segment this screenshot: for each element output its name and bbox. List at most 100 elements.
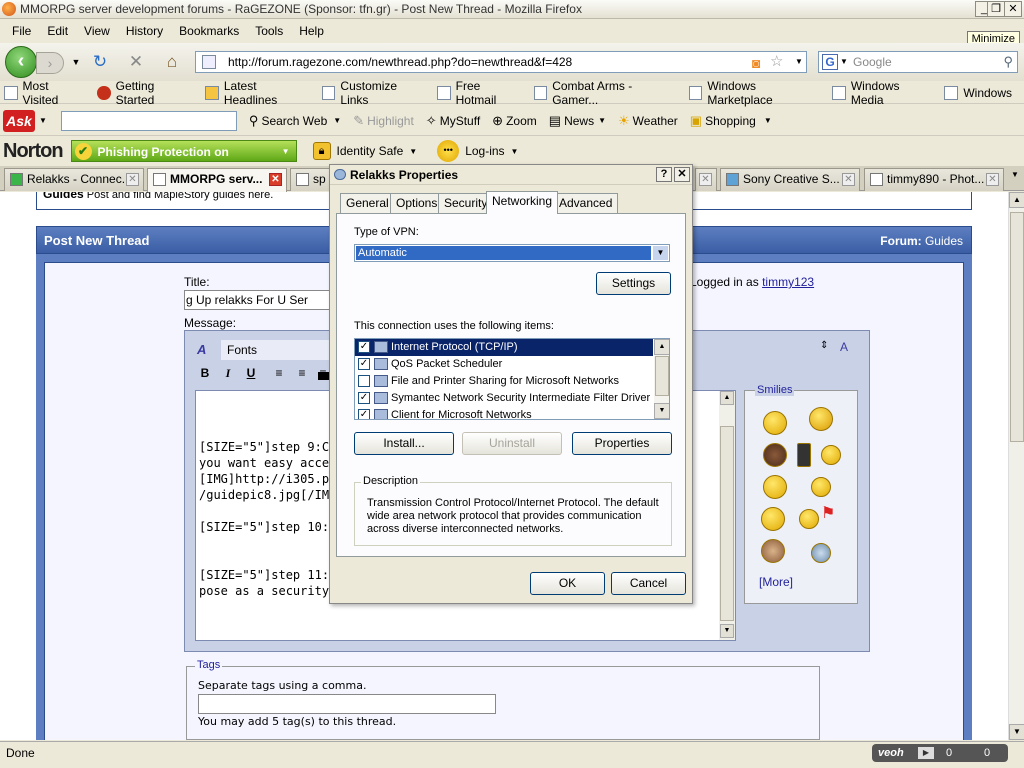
tab-close-icon[interactable]: ✕ <box>269 173 282 186</box>
connection-items-list[interactable]: ✓ Internet Protocol (TCP/IP) ✓ QoS Packet … <box>354 338 670 420</box>
scroll-down-icon[interactable]: ▼ <box>1009 724 1024 740</box>
bookmark-latest-headlines[interactable]: Latest Headlines <box>205 79 310 107</box>
tab-sony-creative[interactable]: Sony Creative S... ✕ <box>720 168 860 191</box>
url-bar[interactable]: http://forum.ragezone.com/newthread.php?… <box>195 51 807 73</box>
close-button[interactable]: ✕ <box>1004 1 1022 17</box>
item-checkbox[interactable]: ✓ <box>358 392 370 404</box>
tab-close-icon[interactable]: ✕ <box>126 173 139 186</box>
tab-options[interactable]: Options <box>390 193 444 213</box>
tab-hidden[interactable]: ✕ <box>695 168 717 191</box>
ask-dropdown-icon[interactable]: ▼ <box>39 116 47 125</box>
list-item[interactable]: ✓ Internet Protocol (TCP/IP) <box>355 339 653 356</box>
smiley-bandit-icon[interactable] <box>763 475 787 499</box>
font-style-icon[interactable]: A <box>197 342 206 357</box>
phishing-protection-indicator[interactable]: ✔ Phishing Protection on ▼ <box>70 140 297 162</box>
ask-mystuff-button[interactable]: ✧ MyStuff <box>426 113 480 129</box>
tab-close-icon[interactable]: ✕ <box>986 173 999 186</box>
menu-edit[interactable]: Edit <box>39 24 76 38</box>
smiley-shocked-icon[interactable] <box>811 543 831 563</box>
home-icon[interactable]: ⌂ <box>162 53 182 71</box>
google-icon[interactable]: G <box>822 54 838 70</box>
item-checkbox[interactable] <box>358 375 370 387</box>
bookmark-free-hotmail[interactable]: Free Hotmail <box>437 79 522 107</box>
ask-search-web-button[interactable]: ⚲ Search Web ▼ <box>249 113 341 129</box>
scroll-up-icon[interactable]: ▲ <box>654 339 669 355</box>
item-checkbox[interactable]: ✓ <box>358 341 370 353</box>
ask-weather-button[interactable]: ☀ Weather <box>618 113 678 129</box>
uninstall-button[interactable]: Uninstall <box>462 432 562 455</box>
list-item[interactable]: ✓ Client for Microsoft Networks <box>355 407 653 419</box>
stop-icon[interactable]: ✕ <box>126 53 146 71</box>
ask-logo[interactable]: Ask <box>3 109 35 132</box>
reload-icon[interactable]: ↻ <box>90 53 110 71</box>
list-scroll-thumb[interactable] <box>655 356 669 396</box>
menu-tools[interactable]: Tools <box>247 24 291 38</box>
bookmark-windows-media[interactable]: Windows Media <box>832 79 932 107</box>
list-scrollbar[interactable]: ▲ ▼ <box>654 339 669 419</box>
bookmark-most-visited[interactable]: Most Visited <box>4 79 85 107</box>
vpn-type-select[interactable]: Automatic ▼ <box>354 244 670 262</box>
bookmark-windows-marketplace[interactable]: Windows Marketplace <box>688 79 821 107</box>
smiley-wave-icon[interactable] <box>799 509 819 529</box>
scroll-thumb[interactable] <box>720 426 734 621</box>
rss-icon[interactable]: ◙ <box>752 53 760 73</box>
menu-bookmarks[interactable]: Bookmarks <box>171 24 247 38</box>
bookmark-customize-links[interactable]: Customize Links <box>321 79 425 107</box>
message-scrollbar[interactable]: ▲ ▼ <box>719 391 735 640</box>
tab-close-icon[interactable]: ✕ <box>699 173 712 186</box>
tab-mmorpg[interactable]: MMORPG serv... ✕ <box>147 168 287 192</box>
bold-button[interactable]: B <box>196 364 214 382</box>
dialog-close-button[interactable]: ✕ <box>674 167 690 182</box>
tab-photobucket[interactable]: timmy890 - Phot... ✕ <box>864 168 1004 191</box>
menu-file[interactable]: File <box>4 24 39 38</box>
tab-networking[interactable]: Networking <box>486 191 559 214</box>
bookmark-combat-arms[interactable]: Combat Arms - Gamer... <box>533 79 677 107</box>
ask-zoom-button[interactable]: ⊕ Zoom <box>492 113 537 129</box>
tab-general[interactable]: General <box>340 193 395 213</box>
page-scrollbar[interactable]: ▲ ▼ <box>1008 192 1024 740</box>
thread-title-input[interactable]: g Up relakks For U Ser <box>184 290 334 310</box>
resize-editor-icon[interactable]: ⇕ <box>820 340 828 351</box>
smiley-wolverine-icon[interactable] <box>761 539 785 563</box>
menu-view[interactable]: View <box>76 24 118 38</box>
help-button[interactable]: ? <box>656 167 672 182</box>
identity-safe-button[interactable]: 🔒︎ Identity Safe ▼ <box>312 142 417 160</box>
smiley-drink-icon[interactable] <box>797 443 811 467</box>
smiley-thinking-icon[interactable] <box>763 411 787 435</box>
history-dropdown-icon[interactable]: ▼ <box>66 53 86 71</box>
smiley-smile-icon[interactable] <box>821 445 841 465</box>
bookmark-getting-started[interactable]: Getting Started <box>97 79 193 107</box>
logins-button[interactable]: ••• Log-ins ▼ <box>437 140 518 162</box>
align-center-button[interactable]: ≡ <box>293 364 311 382</box>
list-item[interactable]: File and Printer Sharing for Microsoft N… <box>355 373 653 390</box>
smiley-angry-icon[interactable] <box>809 407 833 431</box>
ask-search-input[interactable] <box>60 110 237 131</box>
tab-close-icon[interactable]: ✕ <box>842 173 855 186</box>
search-input[interactable]: G ▼ Google ⚲ <box>818 51 1018 73</box>
search-engine-dropdown-icon[interactable]: ▼ <box>840 52 848 72</box>
item-checkbox[interactable]: ✓ <box>358 358 370 370</box>
smilies-more-link[interactable]: [More] <box>759 575 793 589</box>
smiley-dizzy-icon[interactable] <box>811 477 831 497</box>
forward-button[interactable]: › <box>36 52 64 74</box>
install-button[interactable]: Install... <box>354 432 454 455</box>
smiley-flag-icon[interactable]: ⚑ <box>821 503 843 522</box>
scroll-down-icon[interactable]: ▼ <box>720 624 734 638</box>
search-magnifier-icon[interactable]: ⚲ <box>1003 52 1013 72</box>
settings-button[interactable]: Settings <box>596 272 671 295</box>
ask-shopping-button[interactable]: ▣ Shopping ▼ <box>690 113 772 129</box>
tab-list-icon[interactable]: ▼ <box>1008 170 1022 179</box>
tags-input[interactable] <box>198 694 496 714</box>
underline-button[interactable]: U <box>242 364 260 382</box>
back-button[interactable]: ‹ <box>5 46 37 78</box>
font-select[interactable]: Fonts <box>221 340 341 360</box>
cancel-button[interactable]: Cancel <box>611 572 686 595</box>
scroll-down-icon[interactable]: ▼ <box>654 403 669 419</box>
switch-editor-icon[interactable]: A <box>840 340 848 354</box>
item-checkbox[interactable]: ✓ <box>358 409 370 419</box>
tab-relakks[interactable]: Relakks - Connec... ✕ <box>4 168 144 191</box>
smiley-pirate-icon[interactable] <box>763 443 787 467</box>
ok-button[interactable]: OK <box>530 572 605 595</box>
forum-name-link[interactable]: Guides <box>925 234 963 248</box>
tab-advanced[interactable]: Advanced <box>553 193 619 213</box>
